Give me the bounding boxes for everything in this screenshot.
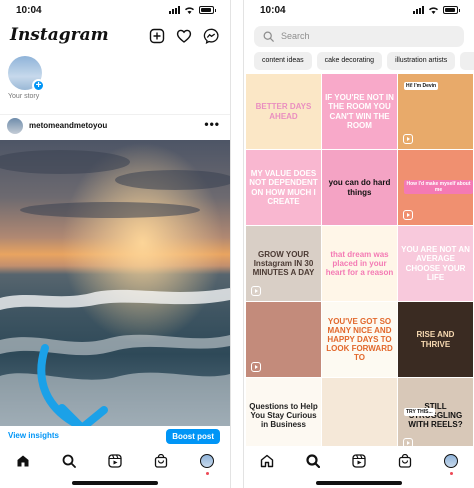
tile-caption: How I'd make myself about me bbox=[404, 180, 473, 194]
signal-icon bbox=[169, 6, 180, 14]
tile-text: MY VALUE DOES NOT DEPENDENT ON HOW MUCH … bbox=[249, 169, 318, 206]
explore-tile[interactable]: YOU'VE GOT SO MANY NICE AND HAPPY DAYS T… bbox=[322, 302, 397, 377]
avatar bbox=[444, 454, 458, 468]
tile-text: YOU ARE NOT AN AVERAGE CHOOSE YOUR LIFE bbox=[401, 245, 470, 282]
explore-tile[interactable]: How I'd make myself about me bbox=[398, 150, 473, 225]
profile-avatar[interactable] bbox=[198, 452, 216, 475]
home-indicator bbox=[316, 481, 402, 485]
notification-dot bbox=[206, 472, 209, 475]
chip[interactable]: content ideas bbox=[254, 52, 312, 70]
battery-icon bbox=[443, 6, 460, 14]
status-bar: 10:04 bbox=[244, 0, 474, 22]
post-username[interactable]: metomeandmetoyou bbox=[29, 121, 107, 130]
explore-tile[interactable]: Hi! I'm Devin bbox=[398, 74, 473, 149]
reels-icon[interactable] bbox=[350, 452, 368, 470]
chevron-down-icon[interactable]: ⌄ bbox=[78, 30, 86, 41]
wifi-icon bbox=[429, 7, 438, 14]
search-placeholder: Search bbox=[281, 31, 310, 41]
explore-tile[interactable]: BETTER DAYS AHEAD bbox=[246, 74, 321, 149]
shop-icon[interactable] bbox=[152, 452, 170, 470]
messenger-icon[interactable] bbox=[203, 28, 219, 44]
more-options-icon[interactable]: ••• bbox=[204, 117, 220, 131]
tile-text: RISE AND THRIVE bbox=[416, 330, 455, 349]
tile-text: GROW YOUR Instagram IN 30 MINUTES A DAY bbox=[252, 249, 315, 278]
reel-badge-icon bbox=[403, 210, 413, 220]
explore-tile[interactable]: MY VALUE DOES NOT DEPENDENT ON HOW MUCH … bbox=[246, 150, 321, 225]
status-icons bbox=[169, 6, 216, 14]
status-time: 10:04 bbox=[16, 5, 42, 16]
post-header: metomeandmetoyou ••• bbox=[0, 114, 230, 136]
reel-badge-icon bbox=[251, 362, 261, 372]
tile-text: you can do hard things bbox=[328, 178, 391, 197]
ocean-sunset-photo bbox=[0, 140, 230, 426]
avatar bbox=[200, 454, 214, 468]
profile-avatar[interactable] bbox=[442, 452, 460, 475]
boost-post-button[interactable]: Boost post bbox=[166, 429, 220, 444]
bottom-nav bbox=[0, 446, 230, 476]
create-post-icon[interactable] bbox=[149, 28, 165, 44]
chip[interactable] bbox=[460, 52, 474, 70]
tile-text: Questions to Help You Stay Curious in Bu… bbox=[249, 401, 318, 430]
reel-badge-icon bbox=[403, 134, 413, 144]
explore-tile[interactable] bbox=[246, 302, 321, 377]
add-story-icon[interactable]: + bbox=[32, 79, 45, 92]
explore-tile[interactable]: YOU ARE NOT AN AVERAGE CHOOSE YOUR LIFE bbox=[398, 226, 473, 301]
search-icon[interactable] bbox=[60, 452, 78, 470]
status-icons bbox=[413, 6, 460, 14]
tile-caption: Hi! I'm Devin bbox=[404, 82, 439, 90]
reel-badge-icon bbox=[251, 286, 261, 296]
tile-text: YOU'VE GOT SO MANY NICE AND HAPPY DAYS T… bbox=[326, 316, 393, 363]
explore-tile[interactable]: GROW YOUR Instagram IN 30 MINUTES A DAY bbox=[246, 226, 321, 301]
tile-text: IF YOU'RE NOT IN THE ROOM YOU CAN'T WIN … bbox=[325, 93, 394, 130]
home-icon[interactable] bbox=[14, 452, 32, 470]
reel-badge-icon bbox=[403, 438, 413, 446]
search-icon bbox=[263, 31, 274, 42]
chip[interactable]: cake decorating bbox=[316, 52, 383, 70]
search-input[interactable]: Search bbox=[254, 26, 464, 47]
explore-tile[interactable] bbox=[322, 378, 397, 446]
tile-text: BETTER DAYS AHEAD bbox=[255, 102, 312, 121]
status-time: 10:04 bbox=[260, 5, 286, 16]
search-icon[interactable] bbox=[304, 452, 322, 470]
instagram-feed-screen: 10:04 Instagram ⌄ + Your story metomeand… bbox=[0, 0, 230, 488]
notification-dot bbox=[450, 472, 453, 475]
status-bar: 10:04 bbox=[0, 0, 230, 22]
explore-tile[interactable]: Questions to Help You Stay Curious in Bu… bbox=[246, 378, 321, 446]
wifi-icon bbox=[185, 7, 194, 14]
avatar[interactable] bbox=[7, 118, 23, 134]
heart-icon[interactable] bbox=[176, 28, 192, 44]
story-label: Your story bbox=[8, 93, 40, 100]
post-image[interactable] bbox=[0, 140, 230, 426]
insights-bar: View insights Boost post bbox=[0, 426, 230, 446]
topic-chips: content ideas cake decorating illustrati… bbox=[254, 52, 474, 70]
battery-icon bbox=[199, 6, 216, 14]
explore-tile[interactable]: IF YOU'RE NOT IN THE ROOM YOU CAN'T WIN … bbox=[322, 74, 397, 149]
bottom-nav bbox=[244, 446, 474, 476]
feed-header: Instagram ⌄ bbox=[0, 24, 230, 50]
home-indicator bbox=[72, 481, 158, 485]
explore-tile[interactable]: that dream was placed in your heart for … bbox=[322, 226, 397, 301]
signal-icon bbox=[413, 6, 424, 14]
chip[interactable]: illustration artists bbox=[387, 52, 456, 70]
home-icon[interactable] bbox=[258, 452, 276, 470]
reels-icon[interactable] bbox=[106, 452, 124, 470]
your-story[interactable]: + Your story bbox=[8, 56, 46, 100]
shop-icon[interactable] bbox=[396, 452, 414, 470]
tile-text: that dream was placed in your heart for … bbox=[325, 249, 394, 278]
explore-tile[interactable]: you can do hard things bbox=[322, 150, 397, 225]
view-insights-link[interactable]: View insights bbox=[8, 431, 59, 440]
explore-tile[interactable]: RISE AND THRIVE bbox=[398, 302, 473, 377]
tile-caption: TRY THIS... bbox=[404, 408, 435, 416]
explore-grid: BETTER DAYS AHEAD IF YOU'RE NOT IN THE RO… bbox=[246, 74, 474, 446]
story-avatar[interactable]: + bbox=[8, 56, 45, 92]
divider bbox=[230, 0, 244, 488]
instagram-explore-screen: 10:04 Search content ideas cake decorati… bbox=[244, 0, 474, 488]
instagram-logo[interactable]: Instagram bbox=[10, 25, 109, 45]
explore-tile[interactable]: STILL STRUGGLING WITH REELS? TRY THIS... bbox=[398, 378, 473, 446]
